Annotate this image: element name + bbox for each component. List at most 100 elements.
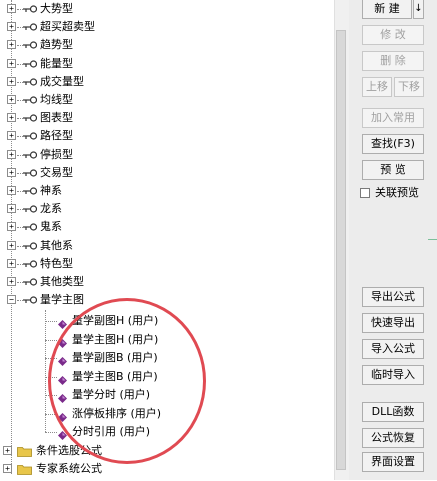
expand-toggle-icon[interactable]: + (7, 167, 16, 177)
tree-node-label: 路径型 (40, 129, 73, 143)
move-down-button[interactable]: 下移 (394, 77, 424, 97)
tree-branch-line (45, 339, 57, 341)
tree-node-label: 其他类型 (40, 275, 84, 288)
expand-toggle-icon[interactable]: + (7, 76, 16, 86)
tree-node[interactable]: + 趋势型 (0, 36, 330, 54)
tree-node-label: 特色型 (40, 256, 73, 270)
formula-group-icon (23, 222, 37, 232)
new-button[interactable]: 新 建 (362, 0, 412, 19)
import-label: 导入公式 (371, 342, 415, 355)
find-label: 查找(F3) (371, 137, 415, 150)
tree-node[interactable]: + 大势型 (0, 0, 330, 18)
import-button[interactable]: 导入公式 (362, 339, 424, 359)
formula-group-icon (23, 241, 37, 251)
delete-button[interactable]: 删 除 (362, 51, 424, 71)
folder-label: 专家系统公式 (36, 461, 102, 475)
tree-node[interactable]: + 路径型 (0, 127, 330, 145)
dll-label: DLL函数 (371, 405, 415, 418)
export-button[interactable]: 导出公式 (362, 287, 424, 307)
formula-group-icon (23, 168, 37, 178)
ui-settings-button[interactable]: 界面设置 (362, 452, 424, 472)
tree-node-label: 图表型 (40, 111, 73, 125)
expand-toggle-icon[interactable]: + (7, 222, 16, 232)
expand-toggle-icon[interactable]: + (7, 95, 16, 104)
tree-node-label: 大势型 (40, 2, 73, 15)
tree-node[interactable]: + 停损型 (0, 146, 330, 164)
expand-toggle-icon[interactable]: + (7, 277, 16, 286)
tree-node-label: 鬼系 (40, 220, 62, 234)
new-button-label: 新 建 (374, 2, 400, 15)
formula-group-icon (23, 186, 37, 196)
expand-toggle-icon[interactable]: + (7, 113, 16, 123)
preview-button[interactable]: 预 览 (362, 160, 424, 180)
quick-export-button[interactable]: 快速导出 (362, 313, 424, 333)
linked-preview-checkbox[interactable] (360, 188, 370, 198)
expand-toggle-icon[interactable]: + (7, 22, 16, 32)
expand-toggle-icon[interactable]: + (7, 40, 16, 50)
formula-group-icon (23, 40, 37, 50)
add-common-label: 加入常用 (371, 111, 415, 124)
expand-toggle-icon[interactable]: + (7, 186, 16, 195)
tree-branch-line (45, 321, 57, 323)
formula-group-icon (23, 277, 37, 287)
formula-group-icon (23, 59, 37, 69)
expand-toggle-icon[interactable]: + (3, 445, 12, 455)
tree-node[interactable]: + 交易型 (0, 164, 330, 182)
move-down-label: 下移 (398, 80, 420, 93)
formula-group-icon (23, 113, 37, 123)
tree-node-label: 趋势型 (40, 38, 73, 52)
formula-group-icon (23, 295, 37, 305)
expand-toggle-icon[interactable]: + (7, 240, 16, 250)
tree-node[interactable]: − 量学主图 (0, 291, 330, 309)
highlight-circle (48, 298, 206, 464)
dll-button[interactable]: DLL函数 (362, 402, 424, 422)
move-up-label: 上移 (366, 80, 388, 93)
formula-group-icon (23, 77, 37, 87)
scrollbar-thumb[interactable] (336, 30, 346, 470)
tree-node[interactable]: + 鬼系 (0, 218, 330, 236)
formula-group-icon (23, 259, 37, 269)
tree-node-label: 交易型 (40, 165, 73, 179)
folder-icon (17, 445, 32, 457)
tree-branch-line (45, 432, 57, 434)
formula-group-icon (23, 150, 37, 160)
expand-toggle-icon[interactable]: + (7, 131, 16, 141)
tree-node[interactable]: + 特色型 (0, 255, 330, 273)
tree-node[interactable]: + 均线型 (0, 91, 330, 109)
edit-button[interactable]: 修 改 (362, 25, 424, 45)
tree-node[interactable]: + 能量型 (0, 55, 330, 73)
delete-button-label: 删 除 (380, 54, 406, 67)
formula-group-icon (23, 95, 37, 105)
preview-label: 预 览 (380, 163, 406, 176)
tree-node[interactable]: + 成交量型 (0, 73, 330, 91)
temp-import-button[interactable]: 临时导入 (362, 365, 424, 385)
tree-node[interactable]: + 其他类型 (0, 273, 330, 291)
expand-toggle-icon[interactable]: + (7, 58, 16, 68)
edit-button-label: 修 改 (380, 28, 406, 41)
expand-toggle-icon[interactable]: + (7, 4, 16, 13)
formula-group-icon (23, 204, 37, 214)
expand-toggle-icon[interactable]: + (7, 149, 16, 159)
new-dropdown-button[interactable]: ↓ (413, 0, 424, 19)
tree-node[interactable]: + 超买超卖型 (0, 18, 330, 36)
collapse-toggle-icon[interactable]: − (7, 295, 16, 305)
tree-node[interactable]: + 图表型 (0, 109, 330, 127)
expand-toggle-icon[interactable]: + (7, 204, 16, 214)
formula-icon (58, 317, 67, 330)
find-button[interactable]: 查找(F3) (362, 134, 424, 154)
tree-node-label: 停损型 (40, 147, 73, 161)
tree-node[interactable]: + 神系 (0, 182, 330, 200)
tree-node-label: 成交量型 (40, 74, 84, 88)
tree-node-label: 能量型 (40, 56, 73, 70)
divider-accent (428, 239, 437, 240)
move-up-button[interactable]: 上移 (362, 77, 392, 97)
expand-toggle-icon[interactable]: + (3, 463, 12, 473)
folder-icon (17, 463, 32, 475)
add-common-button[interactable]: 加入常用 (362, 108, 424, 128)
tree-node[interactable]: + 其他系 (0, 237, 330, 255)
restore-button[interactable]: 公式恢复 (362, 428, 424, 448)
formula-category-folder[interactable]: + 专家系统公式 (0, 460, 330, 478)
expand-toggle-icon[interactable]: + (7, 258, 16, 268)
tree-node[interactable]: + 龙系 (0, 200, 330, 218)
restore-label: 公式恢复 (371, 431, 415, 444)
